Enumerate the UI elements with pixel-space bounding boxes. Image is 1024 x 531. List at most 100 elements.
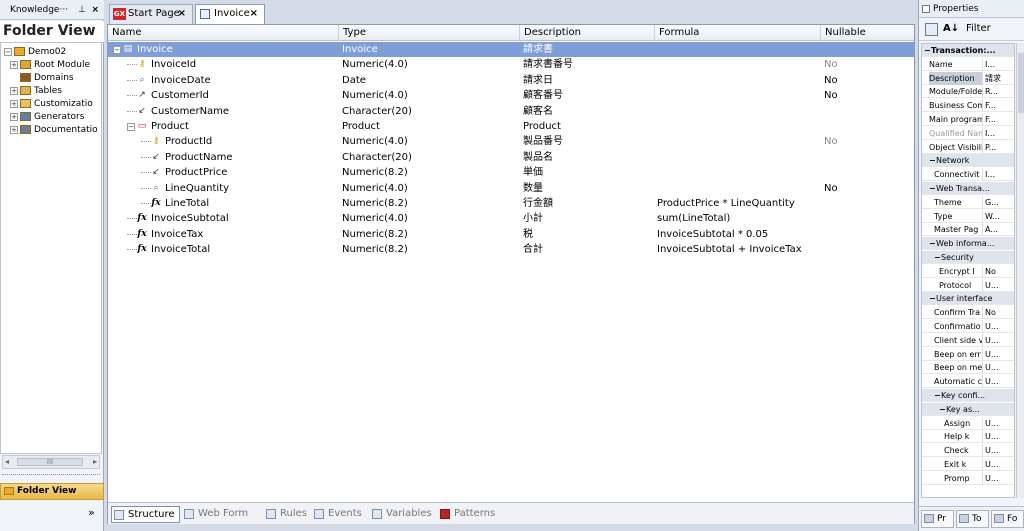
table-row[interactable]: − ▭ Product Product Product xyxy=(108,119,914,134)
close-icon[interactable]: × xyxy=(178,5,186,23)
property-value[interactable]: F... xyxy=(982,113,1014,126)
table-row[interactable]: ↙ ProductName Character(20) 製品名 xyxy=(108,150,914,165)
collapse-icon[interactable]: − xyxy=(929,292,936,305)
properties-bottom-tab[interactable]: Pr xyxy=(921,510,954,528)
folder-view-button[interactable]: Folder View xyxy=(0,483,104,500)
property-value[interactable]: U... xyxy=(982,458,1014,471)
horizontal-scrollbar[interactable]: ◂ III ▸ xyxy=(2,455,100,469)
tab-rules[interactable]: Rules xyxy=(264,506,307,523)
expander-icon[interactable]: + xyxy=(10,99,18,108)
tree-item[interactable]: + Documentatio xyxy=(10,124,98,137)
property-value[interactable]: R... xyxy=(982,85,1014,99)
column-header-type[interactable]: Type xyxy=(339,25,520,41)
tab-structure[interactable]: Structure xyxy=(111,506,180,523)
filter-button[interactable]: Filter xyxy=(966,23,991,34)
sort-alpha-icon[interactable]: A↓ xyxy=(943,23,959,34)
expander-icon[interactable]: + xyxy=(10,86,18,95)
tab-variables[interactable]: Variables xyxy=(370,506,432,523)
categorized-icon[interactable] xyxy=(925,23,938,36)
collapse-icon[interactable]: − xyxy=(934,389,941,402)
pin-icon[interactable]: ⊥ xyxy=(78,0,86,19)
property-category[interactable]: −Web informa... xyxy=(922,237,1014,251)
scroll-thumb[interactable] xyxy=(1018,53,1024,113)
property-row[interactable]: Promp U... xyxy=(922,471,1014,485)
expander-icon[interactable]: + xyxy=(10,125,18,134)
collapse-icon[interactable]: − xyxy=(924,44,931,57)
tab-invoice[interactable]: Invoice × xyxy=(195,4,265,24)
property-row[interactable]: Name I... xyxy=(922,57,1014,71)
property-row[interactable]: Type W... xyxy=(922,209,1014,223)
collapse-icon[interactable]: − xyxy=(929,237,936,250)
properties-bottom-tab[interactable]: Fo xyxy=(991,510,1024,528)
table-row[interactable]: fx LineTotal Numeric(8.2) 行金額 ProductPrice *… xyxy=(108,196,914,211)
vertical-scrollbar[interactable] xyxy=(1016,43,1024,498)
close-icon[interactable]: × xyxy=(250,5,258,23)
scroll-thumb[interactable]: III xyxy=(17,458,83,466)
property-value[interactable]: U... xyxy=(982,278,1014,292)
property-row[interactable]: Qualified Nam I... xyxy=(922,126,1014,140)
property-row[interactable]: Module/Folder R... xyxy=(922,85,1014,99)
table-row[interactable]: ⚷ InvoiceId Numeric(4.0) 請求書番号 No xyxy=(108,57,914,72)
property-row[interactable]: Beep on me U... xyxy=(922,361,1014,375)
property-value[interactable]: A... xyxy=(982,223,1014,237)
expander-icon[interactable]: − xyxy=(4,47,12,56)
properties-bottom-tab[interactable]: To xyxy=(956,510,989,528)
property-value[interactable]: I... xyxy=(982,57,1014,71)
property-row[interactable]: Check U... xyxy=(922,444,1014,458)
property-value[interactable]: 請求 xyxy=(982,71,1014,85)
column-header-name[interactable]: Name xyxy=(108,25,339,41)
property-row[interactable]: Main program F... xyxy=(922,113,1014,126)
property-row[interactable]: Exit k U... xyxy=(922,458,1014,471)
tab-events[interactable]: Events xyxy=(312,506,362,523)
tab-web-form[interactable]: Web Form xyxy=(182,506,248,523)
tree-item[interactable]: Domains xyxy=(10,72,74,85)
property-value[interactable]: U... xyxy=(982,375,1014,389)
property-row[interactable]: Connectivit I... xyxy=(922,168,1014,182)
property-row[interactable]: Confirm Tra No xyxy=(922,306,1014,320)
property-value[interactable]: U... xyxy=(982,361,1014,375)
property-value[interactable]: U... xyxy=(982,320,1014,333)
property-value[interactable]: U... xyxy=(982,347,1014,361)
property-category[interactable]: −Key confi... xyxy=(922,389,1014,402)
collapse-icon[interactable]: − xyxy=(929,154,936,167)
table-row[interactable]: ⌕ LineQuantity Numeric(4.0) 数量 No xyxy=(108,181,914,196)
tree-item[interactable]: − Demo02 xyxy=(4,46,66,59)
property-row[interactable]: Object Visibilit P... xyxy=(922,140,1014,154)
property-category[interactable]: −Network xyxy=(922,154,1014,168)
table-row[interactable]: ⚷ ProductId Numeric(4.0) 製品番号 No xyxy=(108,134,914,149)
property-value[interactable]: U... xyxy=(982,416,1014,430)
property-category[interactable]: −Transaction:... xyxy=(922,44,1014,57)
tab-patterns[interactable]: Patterns xyxy=(438,506,495,523)
property-value[interactable]: P... xyxy=(982,140,1014,154)
property-row[interactable]: Help k U... xyxy=(922,430,1014,444)
property-value[interactable]: U... xyxy=(982,333,1014,347)
table-row[interactable]: fx InvoiceTax Numeric(8.2) 税 InvoiceSubtotal… xyxy=(108,227,914,242)
tree-item[interactable]: + Customizatio xyxy=(10,98,93,111)
table-row[interactable]: − ▤ Invoice Invoice 請求書 xyxy=(108,42,914,57)
collapse-icon[interactable]: − xyxy=(934,251,941,264)
table-row[interactable]: ↙ ProductPrice Numeric(8.2) 単価 xyxy=(108,165,914,180)
table-row[interactable]: ⌕ InvoiceDate Date 請求日 No xyxy=(108,73,914,88)
property-row[interactable]: Protocol U... xyxy=(922,278,1014,292)
expander-icon[interactable]: + xyxy=(10,60,18,69)
property-value[interactable]: U... xyxy=(982,430,1014,444)
table-row[interactable]: fx InvoiceSubtotal Numeric(4.0) 小計 sum(LineT… xyxy=(108,211,914,226)
property-row[interactable]: Automatic c U... xyxy=(922,375,1014,389)
tree-item[interactable]: + Generators xyxy=(10,111,84,124)
table-row[interactable]: ↙ CustomerName Character(20) 顧客名 xyxy=(108,104,914,119)
property-row[interactable]: Assign U... xyxy=(922,416,1014,430)
column-header-description[interactable]: Description xyxy=(520,25,655,41)
tree-item[interactable]: + Root Module xyxy=(10,59,90,72)
property-value[interactable]: I... xyxy=(982,126,1014,140)
expander-icon[interactable]: − xyxy=(127,122,135,131)
property-value[interactable]: I... xyxy=(982,168,1014,182)
property-row[interactable]: Beep on err U... xyxy=(922,347,1014,361)
expander-icon[interactable]: + xyxy=(10,112,18,121)
scroll-right-icon[interactable]: ▸ xyxy=(93,457,97,466)
property-value[interactable]: U... xyxy=(982,444,1014,458)
panel-splitter[interactable] xyxy=(2,474,100,480)
collapse-icon[interactable]: − xyxy=(929,182,936,195)
property-category[interactable]: −Web Transa... xyxy=(922,182,1014,195)
close-icon[interactable]: × xyxy=(91,0,99,19)
collapse-icon[interactable]: − xyxy=(939,403,946,416)
